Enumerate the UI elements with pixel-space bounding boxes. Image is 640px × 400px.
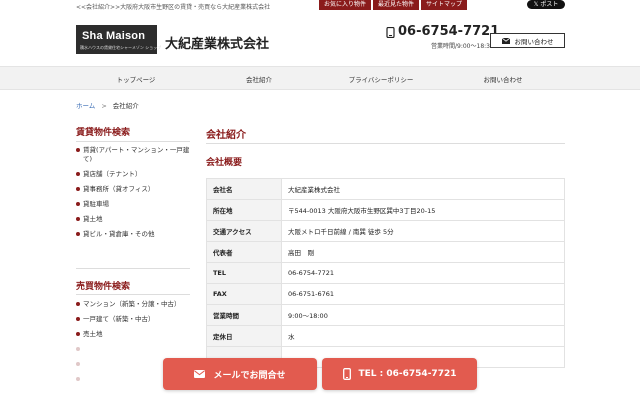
row-label: 交通アクセス <box>206 220 282 242</box>
row-value: 9:00〜18:00 <box>281 304 565 326</box>
title-divider <box>206 143 565 144</box>
phone-icon <box>386 27 395 38</box>
table-row: 交通アクセス 大阪メトロ千日前線 / 南巽 徒歩 5分 <box>206 220 565 242</box>
breadcrumb-current: 会社紹介 <box>112 102 139 110</box>
sidebar-item-rental-parking[interactable]: 貸駐車場 <box>76 200 192 209</box>
row-value: 水 <box>281 325 565 347</box>
sidebar-item-rental-land[interactable]: 貸土地 <box>76 215 192 224</box>
sidebar-divider <box>76 294 190 295</box>
breadcrumb: ホーム > 会社紹介 <box>76 100 139 110</box>
nav-item-top[interactable]: トップページ <box>117 74 156 84</box>
nav-item-contact[interactable]: お問い合わせ <box>484 74 523 84</box>
mail-inquiry-button[interactable]: メールでお問合せ <box>163 358 317 390</box>
company-info-table: 会社名 大紀産業株式会社 所在地 〒544-0013 大阪府大阪市生野区巽中3丁… <box>206 178 565 368</box>
table-row: TEL 06-6754-7721 <box>206 262 565 284</box>
row-label: 所在地 <box>206 199 282 221</box>
table-row: 営業時間 9:00〜18:00 <box>206 304 565 326</box>
logo-text: Sha Maison <box>82 30 146 42</box>
favorites-link[interactable]: お気に入り物件 <box>319 0 372 10</box>
sale-search-heading: 売買物件検索 <box>76 282 131 292</box>
contact-button-label: お問い合わせ <box>514 37 554 46</box>
row-label: 会社名 <box>206 178 282 200</box>
row-value: 大紀産業株式会社 <box>281 178 565 200</box>
breadcrumb-separator: > <box>101 102 107 110</box>
mail-icon <box>501 37 510 44</box>
breadcrumb-home-link[interactable]: ホーム <box>76 102 95 110</box>
top-breadcrumb: <<会社紹介>>大阪府大阪市生野区の賃貸・売買なら大紀産業株式会社 <box>76 4 271 11</box>
row-label: 代表者 <box>206 241 282 263</box>
row-value: 06-6751-6761 <box>281 283 565 305</box>
sidebar-item-rental-store[interactable]: 貸店舗（テナント） <box>76 170 192 179</box>
table-row: 会社名 大紀産業株式会社 <box>206 178 565 200</box>
row-value: 06-6754-7721 <box>281 262 565 284</box>
page-title: 会社紹介 <box>206 130 246 141</box>
rental-search-heading: 賃貸物件検索 <box>76 128 131 138</box>
sidebar-item-rental-residential[interactable]: 賃貸(アパート・マンション・一戸建て) <box>76 146 192 164</box>
business-hours: 営業時間/9:00〜18:30 <box>431 43 494 50</box>
sidebar-item-sale-mansion[interactable]: マンション（新築・分譲・中古） <box>76 300 192 309</box>
row-value: 大阪メトロ千日前線 / 南巽 徒歩 5分 <box>281 220 565 242</box>
shamaison-logo[interactable]: Sha Maison 積水ハウスの賃貸住宅シャーメゾン ショップ <box>76 25 161 54</box>
recently-viewed-link[interactable]: 最近見た物件 <box>373 0 420 10</box>
section-title: 会社概要 <box>206 158 243 168</box>
rental-search-list: 賃貸(アパート・マンション・一戸建て) 貸店舗（テナント） 貸事務所（貸オフィス… <box>76 146 192 245</box>
top-strip: <<会社紹介>>大阪府大阪市生野区の賃貸・売買なら大紀産業株式会社 お気に入り物… <box>0 0 640 12</box>
sidebar-item-faded[interactable] <box>76 345 192 354</box>
sidebar-divider <box>76 141 190 142</box>
nav-item-privacy[interactable]: プライバシーポリシー <box>349 74 414 84</box>
mail-icon <box>194 370 206 378</box>
company-name: 大紀産業株式会社 <box>165 37 270 52</box>
smartphone-icon <box>342 368 351 380</box>
sidebar-item-rental-other[interactable]: 貸ビル・貸倉庫・その他 <box>76 230 192 239</box>
top-links: お気に入り物件 最近見た物件 サイトマップ <box>319 0 468 10</box>
row-label: 定休日 <box>206 325 282 347</box>
sitemap-link[interactable]: サイトマップ <box>421 0 468 10</box>
table-row: 代表者 高田 剛 <box>206 241 565 263</box>
sidebar-divider <box>76 268 190 269</box>
row-value: 〒544-0013 大阪府大阪市生野区巽中3丁目20-15 <box>281 199 565 221</box>
table-row: 定休日 水 <box>206 325 565 347</box>
sidebar-item-sale-land[interactable]: 売土地 <box>76 330 192 339</box>
logo-subtext: 積水ハウスの賃貸住宅シャーメゾン ショップ <box>80 45 162 50</box>
sidebar-item-sale-house[interactable]: 一戸建て（新築・中古） <box>76 315 192 324</box>
tel-button[interactable]: TEL : 06-6754-7721 <box>322 358 477 390</box>
tel-button-label: TEL : 06-6754-7721 <box>358 369 457 379</box>
mail-inquiry-label: メールでお問合せ <box>213 370 286 381</box>
row-label: FAX <box>206 283 282 305</box>
row-value: 高田 剛 <box>281 241 565 263</box>
table-row: 所在地 〒544-0013 大阪府大阪市生野区巽中3丁目20-15 <box>206 199 565 221</box>
row-label: 営業時間 <box>206 304 282 326</box>
row-label: TEL <box>206 262 282 284</box>
header-phone-number[interactable]: 06-6754-7721 <box>398 24 499 39</box>
sidebar-item-rental-office[interactable]: 貸事務所（貸オフィス） <box>76 185 192 194</box>
nav-item-company[interactable]: 会社紹介 <box>246 74 272 84</box>
global-nav: トップページ 会社紹介 プライバシーポリシー お問い合わせ <box>0 66 640 90</box>
table-row: FAX 06-6751-6761 <box>206 283 565 305</box>
contact-button[interactable]: お問い合わせ <box>490 33 565 48</box>
x-post-button[interactable]: 𝕏 ポスト <box>527 0 565 9</box>
